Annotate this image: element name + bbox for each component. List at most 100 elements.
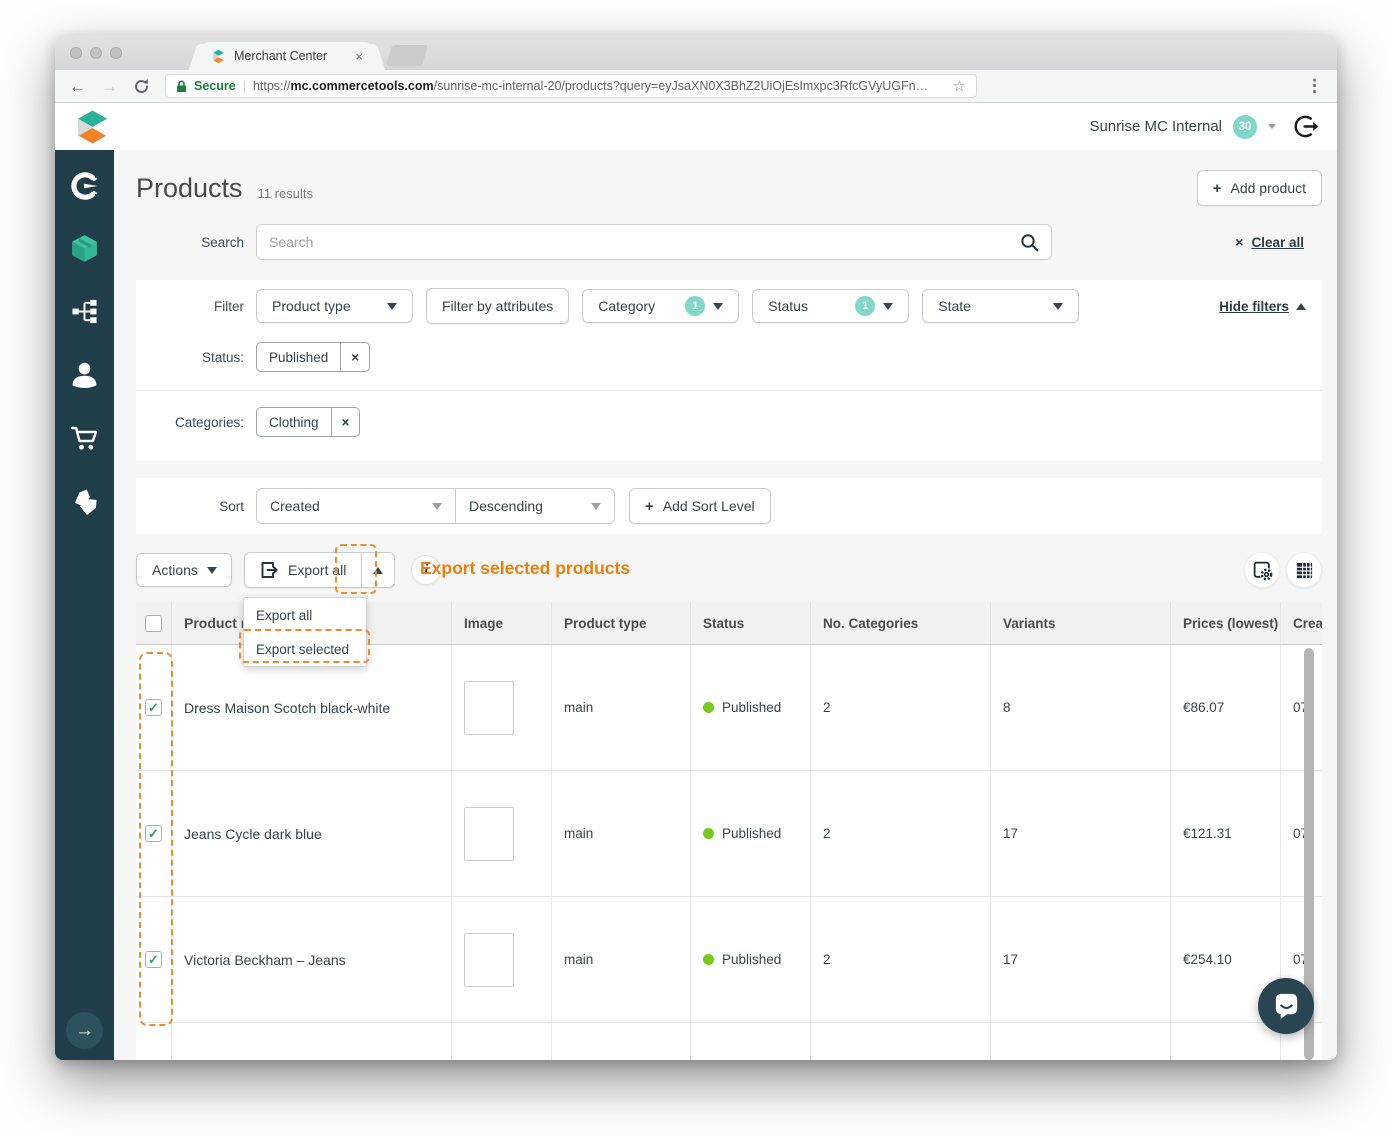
sidebar-item-discounts[interactable] [55, 469, 114, 532]
categories-chip: Clothing × [256, 407, 361, 437]
search-box [256, 224, 1052, 260]
sidebar-item-categories[interactable] [55, 280, 114, 343]
bookmark-star-icon[interactable]: ☆ [953, 77, 966, 95]
chevron-down-icon [591, 502, 601, 510]
applied-categories-label: Categories: [174, 414, 244, 430]
chat-bubble-icon [1272, 991, 1301, 1021]
add-sort-level-button[interactable]: + Add Sort Level [629, 488, 771, 524]
status-dropdown[interactable]: Status 1 [752, 289, 910, 323]
product-image-placeholder [464, 932, 514, 987]
close-window-button[interactable] [70, 47, 82, 59]
commercetools-logo-icon [76, 109, 109, 145]
sidebar-item-dashboard[interactable] [55, 154, 114, 217]
cell-no-categories: 2 [810, 771, 990, 896]
hide-filters-link[interactable]: Hide filters [1219, 299, 1306, 314]
add-product-button[interactable]: + Add product [1196, 170, 1322, 206]
forward-icon[interactable]: → [101, 78, 118, 95]
search-input[interactable] [269, 234, 1020, 250]
sidebar-item-orders[interactable] [55, 406, 114, 469]
row-checkbox-checked[interactable]: ✓ [145, 951, 162, 968]
state-dropdown[interactable]: State [922, 289, 1080, 323]
back-icon[interactable]: ← [69, 78, 86, 95]
refresh-icon[interactable] [133, 78, 150, 95]
col-created: Created [1280, 602, 1322, 644]
sort-direction-select[interactable]: Descending [455, 488, 615, 524]
search-icon[interactable] [1020, 233, 1039, 252]
project-name: Sunrise MC Internal [1089, 118, 1222, 135]
chat-widget-button[interactable] [1258, 978, 1314, 1034]
orders-cart-icon [70, 423, 100, 453]
filter-by-attributes-button[interactable]: Filter by attributes [426, 288, 570, 324]
table-row[interactable]: ✓ Victoria Beckham – Jeans main Publishe… [136, 897, 1322, 1023]
row-checkbox-checked[interactable]: ✓ [145, 825, 162, 842]
page-title: Products [136, 172, 243, 203]
browser-tab[interactable]: Merchant Center × [201, 42, 373, 70]
select-all-checkbox[interactable] [145, 614, 162, 632]
favicon-icon [211, 49, 226, 64]
products-table: Product name Image Product type Status N… [136, 602, 1322, 1060]
results-count: 11 results [257, 185, 313, 201]
product-type-dropdown[interactable]: Product type [256, 289, 413, 323]
chevron-down-icon [883, 302, 894, 310]
cell-product-type: main [551, 645, 690, 770]
sidebar-item-customers[interactable] [55, 343, 114, 406]
customers-icon [70, 360, 99, 389]
sidebar-expand-button[interactable]: → [66, 1012, 103, 1049]
export-all-button[interactable]: Export all [244, 552, 363, 588]
zoom-window-button[interactable] [110, 47, 122, 59]
chevron-down-icon [432, 502, 442, 510]
actions-dropdown[interactable]: Actions [136, 553, 232, 587]
address-bar[interactable]: Secure | https://mc.commercetools.com/su… [165, 74, 977, 98]
chevron-up-icon [1296, 302, 1306, 310]
chevron-down-icon [1053, 302, 1064, 310]
project-badge: 30 [1233, 114, 1257, 139]
browser-menu-icon[interactable]: ⋮ [1306, 76, 1323, 96]
clear-x-icon: × [1235, 234, 1244, 250]
product-image-placeholder [464, 680, 514, 735]
table-settings-button[interactable] [1244, 552, 1280, 588]
browser-url-bar: ← → Secure | https://mc.commercetools.co… [55, 70, 1337, 103]
table-row[interactable]: ✓ Jeans Cycle dark blue main Published 2… [136, 771, 1322, 897]
plus-icon: + [1212, 179, 1222, 197]
cell-no-categories: 2 [810, 897, 990, 1022]
sidebar-item-products[interactable] [55, 217, 114, 280]
column-manager-button[interactable] [1286, 552, 1322, 588]
chevron-down-icon [387, 302, 397, 310]
sidebar-nav: → [55, 150, 114, 1060]
lock-icon [176, 80, 187, 93]
table-settings-gear-icon [1252, 560, 1273, 581]
cell-product-name: Jeans Cycle dark blue [171, 771, 451, 896]
product-image-placeholder [464, 806, 514, 861]
menu-item-export-all[interactable]: Export all [244, 598, 366, 632]
cell-variants: 17 [990, 897, 1170, 1022]
remove-status-chip-icon[interactable]: × [340, 343, 369, 371]
status-count-badge: 1 [855, 296, 876, 316]
cell-product-type: main [551, 771, 690, 896]
screenshot-stage: Merchant Center × ← → Secure | https://m… [0, 0, 1392, 1136]
close-tab-icon[interactable]: × [355, 49, 363, 64]
filter-label: Filter [214, 298, 244, 314]
menu-item-export-selected[interactable]: Export selected [244, 632, 366, 666]
cell-product-type: main [551, 897, 690, 1022]
remove-categories-chip-icon[interactable]: × [330, 408, 360, 436]
col-no-categories: No. Categories [810, 602, 990, 644]
col-prices-lowest: Prices (lowest) [1170, 602, 1280, 644]
cell-created: 07/ [1280, 771, 1322, 896]
discounts-tags-icon [70, 486, 100, 516]
row-checkbox-checked[interactable]: ✓ [145, 699, 162, 716]
table-toolbar: Actions Export all i [136, 550, 1322, 590]
category-dropdown[interactable]: Category 1 [582, 289, 740, 323]
categories-chip-value: Clothing [269, 414, 319, 430]
published-status-dot [703, 954, 714, 965]
export-dropdown-menu: Export all Export selected [243, 597, 367, 667]
status-chip-value: Published [269, 349, 329, 365]
logout-icon[interactable] [1294, 114, 1319, 139]
new-tab-button[interactable] [385, 45, 429, 66]
export-options-caret-button[interactable] [361, 552, 396, 588]
sort-field-select[interactable]: Created [256, 488, 456, 524]
clear-all-link[interactable]: × Clear all [1235, 234, 1304, 250]
project-selector[interactable]: Sunrise MC Internal 30 [1089, 114, 1276, 139]
minimize-window-button[interactable] [90, 47, 102, 59]
category-count-badge: 1 [685, 296, 706, 316]
chevron-down-icon [206, 566, 217, 574]
